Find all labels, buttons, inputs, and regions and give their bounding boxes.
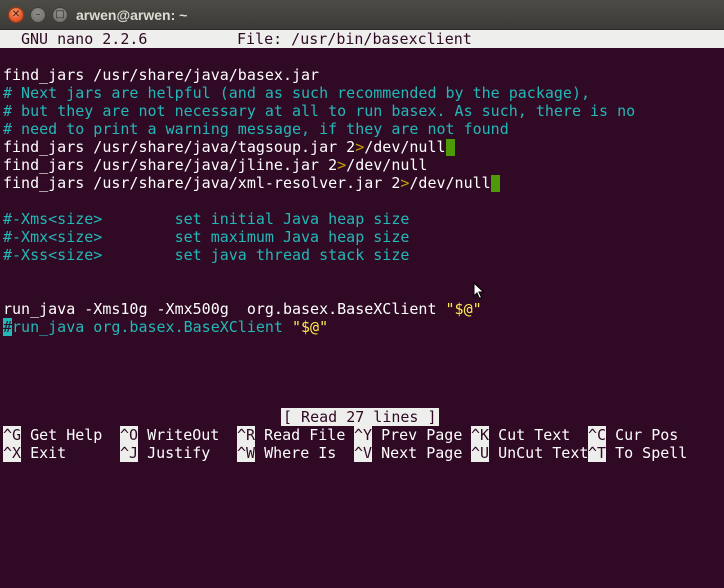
trailing-whitespace-marker — [490, 175, 500, 192]
shortcut-key: ^J — [120, 444, 139, 462]
line-text: # but they are not necessary at all to r… — [3, 102, 636, 120]
editor-line-comment: # Next jars are helpful (and as such rec… — [3, 84, 590, 102]
shortcut-label: Read File — [264, 426, 346, 444]
shortcut-where-is[interactable]: ^W Where Is — [237, 444, 336, 462]
shortcut-label: Prev Page — [381, 426, 463, 444]
shortcut-label: Justify — [147, 444, 211, 462]
line-text: run_java -Xms10g -Xmx500g org.basex.Base… — [3, 300, 446, 318]
shortcut-cut-text[interactable]: ^K Cut Text — [471, 426, 570, 444]
shortcut-key: ^U — [471, 444, 490, 462]
line-text: /dev/null — [409, 174, 491, 192]
shortcut-label: Get Help — [30, 426, 103, 444]
shortcut-uncut-text[interactable]: ^U UnCut Text — [471, 444, 588, 462]
line-text: find_jars /usr/share/java/jline.jar 2 — [3, 156, 338, 174]
line-text: find_jars /usr/share/java/basex.jar — [3, 66, 320, 84]
editor-line-comment: #-Xss<size> set java thread stack size — [3, 246, 409, 264]
maximize-icon: □ — [55, 9, 65, 20]
window-title: arwen@arwen: ~ — [76, 7, 188, 23]
trailing-whitespace-marker — [445, 139, 455, 156]
shortcut-prev-page[interactable]: ^Y Prev Page — [354, 426, 462, 444]
line-text: find_jars /usr/share/java/xml-resolver.j… — [3, 174, 401, 192]
editor-line: find_jars /usr/share/java/jline.jar 2>/d… — [3, 156, 427, 174]
shortcut-label: Where Is — [264, 444, 337, 462]
shortcut-get-help[interactable]: ^G Get Help — [3, 426, 102, 444]
editor-line-comment: # but they are not necessary at all to r… — [3, 102, 635, 120]
minimize-icon: – — [35, 9, 41, 20]
line-text: #-Xms<size> set initial Java heap size — [3, 210, 410, 228]
shortcut-exit[interactable]: ^X Exit — [3, 444, 66, 462]
text-cursor: # — [3, 318, 13, 336]
shortcut-key: ^V — [354, 444, 373, 462]
line-text: #-Xss<size> set java thread stack size — [3, 246, 410, 264]
shortcut-key: ^Y — [354, 426, 373, 444]
maximize-window-button[interactable]: □ — [52, 7, 68, 23]
shortcut-key: ^O — [120, 426, 139, 444]
terminal-window: ✕ – □ arwen@arwen: ~ GNU nano 2.2.6 File… — [0, 0, 724, 463]
editor-line-comment: # need to print a warning message, if th… — [3, 120, 509, 138]
line-text: /dev/null — [364, 138, 446, 156]
editor-line-comment: #-Xmx<size> set maximum Java heap size — [3, 228, 409, 246]
editor-line: find_jars /usr/share/java/tagsoup.jar 2>… — [3, 138, 455, 156]
string-literal: "$@" — [292, 318, 329, 336]
shortcut-next-page[interactable]: ^V Next Page — [354, 444, 462, 462]
line-text: run_java org.basex.BaseXClient — [12, 318, 292, 336]
shortcut-key: ^C — [588, 426, 607, 444]
line-text: #-Xmx<size> set maximum Java heap size — [3, 228, 410, 246]
editor-line: find_jars /usr/share/java/basex.jar — [3, 66, 319, 84]
shortcut-justify[interactable]: ^J Justify — [120, 444, 210, 462]
shortcut-label: Exit — [30, 444, 67, 462]
shortcut-label: WriteOut — [147, 426, 220, 444]
shortcut-writeout[interactable]: ^O WriteOut — [120, 426, 219, 444]
shortcut-to-spell[interactable]: ^T To Spell — [588, 444, 687, 462]
status-message: [ Read 27 lines ] — [281, 408, 439, 426]
string-literal: "$@" — [445, 300, 482, 318]
nano-file-name: File: /usr/bin/basexclient — [237, 30, 472, 48]
nano-header-bar: GNU nano 2.2.6 File: /usr/bin/basexclien… — [0, 30, 724, 48]
title-bar[interactable]: ✕ – □ arwen@arwen: ~ — [0, 0, 724, 30]
line-text: find_jars /usr/share/java/tagsoup.jar 2 — [3, 138, 356, 156]
shortcut-read-file[interactable]: ^R Read File — [237, 426, 345, 444]
shortcut-key: ^X — [3, 444, 22, 462]
shortcut-bar-row-2: ^X Exit ^J Justify ^W Where Is ^V Next P… — [0, 444, 724, 462]
shortcut-bar-row-1: ^G Get Help ^O WriteOut ^R Read File ^Y … — [0, 426, 724, 444]
line-text: /dev/null — [346, 156, 428, 174]
redirect-symbol: > — [337, 156, 347, 174]
shortcut-cur-pos[interactable]: ^C Cur Pos — [588, 426, 678, 444]
shortcut-key: ^G — [3, 426, 22, 444]
mouse-pointer-icon — [473, 282, 485, 300]
shortcut-label: Cur Pos — [615, 426, 679, 444]
shortcut-key: ^K — [471, 426, 490, 444]
minimize-window-button[interactable]: – — [30, 7, 46, 23]
editor-line-comment: #-Xms<size> set initial Java heap size — [3, 210, 409, 228]
redirect-symbol: > — [355, 138, 365, 156]
close-window-button[interactable]: ✕ — [8, 7, 24, 23]
shortcut-key: ^W — [237, 444, 256, 462]
editor-line: run_java -Xms10g -Xmx500g org.basex.Base… — [3, 300, 482, 318]
shortcut-key: ^T — [588, 444, 607, 462]
editor-line-comment: #run_java org.basex.BaseXClient "$@" — [3, 318, 328, 336]
shortcut-key: ^R — [237, 426, 256, 444]
line-text: # Next jars are helpful (and as such rec… — [3, 84, 590, 102]
close-icon: ✕ — [11, 9, 21, 20]
nano-version: GNU nano 2.2.6 — [21, 30, 148, 48]
line-text: # need to print a warning message, if th… — [3, 120, 509, 138]
shortcut-label: Next Page — [381, 444, 463, 462]
shortcut-label: Cut Text — [498, 426, 571, 444]
shortcut-label: To Spell — [615, 444, 688, 462]
terminal-area[interactable]: GNU nano 2.2.6 File: /usr/bin/basexclien… — [0, 30, 724, 463]
shortcut-label: UnCut Text — [498, 444, 589, 462]
editor-line: find_jars /usr/share/java/xml-resolver.j… — [3, 174, 500, 192]
